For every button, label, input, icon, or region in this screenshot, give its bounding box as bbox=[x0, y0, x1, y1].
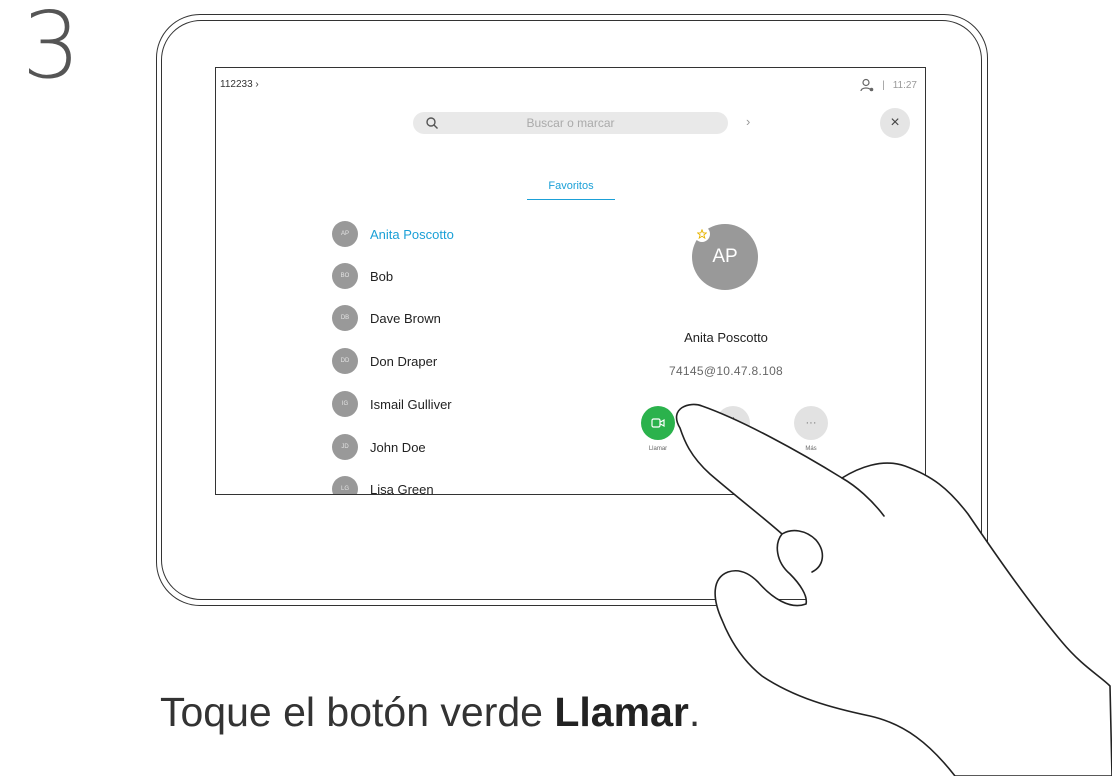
favorite-button[interactable] bbox=[716, 406, 750, 440]
caption-highlight: Llamar bbox=[554, 689, 689, 735]
search-input[interactable]: Buscar o marcar bbox=[413, 112, 728, 134]
contact-name: Ismail Gulliver bbox=[370, 396, 452, 412]
list-item-contact[interactable]: BO Bob bbox=[332, 263, 393, 289]
more-icon: ··· bbox=[805, 417, 817, 429]
avatar: LG bbox=[332, 476, 358, 494]
close-button[interactable]: × bbox=[880, 108, 910, 138]
avatar: JD bbox=[332, 434, 358, 460]
call-button[interactable] bbox=[641, 406, 675, 440]
caption-prefix: Toque el botón verde bbox=[160, 689, 555, 735]
video-camera-icon bbox=[651, 418, 665, 428]
list-item-contact[interactable]: JD John Doe bbox=[332, 434, 426, 460]
contact-name: Anita Poscotto bbox=[370, 226, 454, 242]
avatar: DD bbox=[332, 348, 358, 374]
close-icon: × bbox=[890, 114, 900, 131]
list-item-contact[interactable]: LG Lisa Green bbox=[332, 476, 434, 495]
tab-favoritos[interactable]: Favoritos bbox=[527, 180, 615, 200]
favorite-star-icon bbox=[694, 226, 710, 242]
contact-detail-name: Anita Poscotto bbox=[684, 330, 768, 345]
search-go-chevron-icon[interactable]: › bbox=[746, 114, 750, 129]
status-separator: | bbox=[882, 79, 885, 91]
caption-suffix: . bbox=[688, 689, 701, 735]
contact-name: Don Draper bbox=[370, 353, 438, 369]
contact-name: Lisa Green bbox=[370, 481, 434, 495]
call-button-label: Llamar bbox=[648, 446, 668, 452]
more-button-label: Más bbox=[805, 446, 817, 452]
avatar: AP bbox=[332, 221, 358, 247]
system-id-label[interactable]: 112233 › bbox=[220, 79, 259, 90]
search-placeholder: Buscar o marcar bbox=[526, 116, 615, 130]
contact-name: John Doe bbox=[370, 439, 426, 455]
avatar: DB bbox=[332, 305, 358, 331]
clock: 11:27 bbox=[892, 79, 917, 91]
list-item-contact[interactable]: IG Ismail Gulliver bbox=[332, 391, 452, 417]
instruction-caption: Toque el botón verde Llamar. bbox=[160, 692, 700, 733]
contact-name: Dave Brown bbox=[370, 310, 441, 326]
more-button[interactable]: ··· bbox=[794, 406, 828, 440]
star-icon bbox=[726, 416, 740, 430]
list-item-contact[interactable]: AP Anita Poscotto bbox=[332, 221, 454, 247]
status-area: | 11:27 bbox=[860, 78, 917, 92]
contact-detail-address: 74145@10.47.8.108 bbox=[668, 364, 784, 378]
list-item-contact[interactable]: DD Don Draper bbox=[332, 348, 437, 374]
step-number: 3 bbox=[22, 0, 81, 99]
contact-name: Bob bbox=[370, 268, 394, 284]
user-icon[interactable] bbox=[860, 78, 874, 92]
touch-screen: 112233 › | 11:27 Buscar o marcar › × Fav… bbox=[215, 67, 926, 495]
avatar: IG bbox=[332, 391, 358, 417]
avatar: BO bbox=[332, 263, 358, 289]
list-item-contact[interactable]: DB Dave Brown bbox=[332, 305, 441, 331]
